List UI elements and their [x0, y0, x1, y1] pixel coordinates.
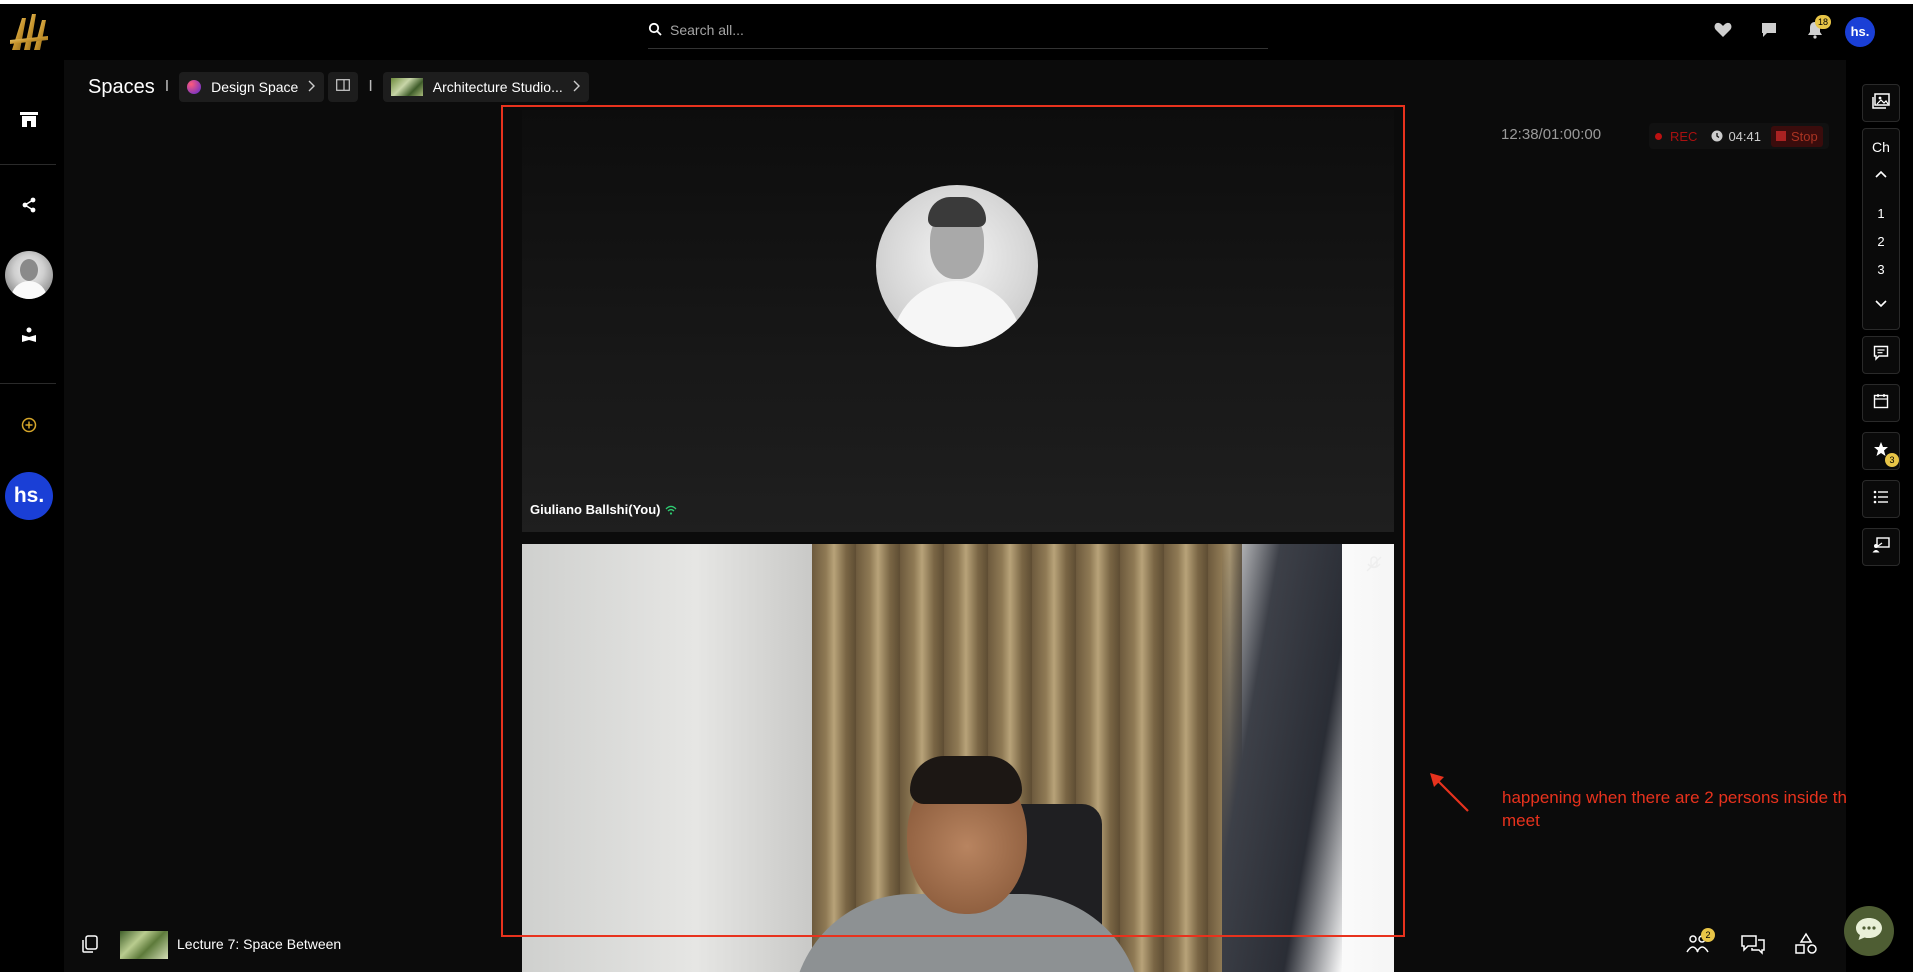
chapter-label: Ch: [1872, 139, 1890, 155]
user-avatar[interactable]: hs.: [1845, 17, 1875, 47]
copy-icon[interactable]: [80, 934, 100, 954]
room-thumbnail: [390, 78, 423, 96]
gallery-icon: [1872, 92, 1890, 114]
breadcrumb-space[interactable]: Design Space: [179, 72, 325, 102]
recording-controls: REC 04:41 Stop: [1649, 123, 1829, 149]
presentation-icon: [1872, 536, 1890, 558]
notifications-button[interactable]: 18: [1803, 15, 1831, 44]
breadcrumb-room-label: Architecture Studio...: [432, 79, 563, 95]
recording-elapsed: 04:41: [1728, 128, 1761, 144]
messages-button[interactable]: [1757, 20, 1781, 44]
breadcrumb-separator: I: [164, 78, 170, 95]
chat-button[interactable]: [1740, 932, 1766, 958]
video-tile-self[interactable]: Giuliano Ballshi(You): [522, 110, 1394, 532]
breadcrumb-separator: I: [368, 78, 373, 95]
favorites-button[interactable]: [1711, 20, 1735, 44]
mic-muted-icon: [1364, 554, 1384, 574]
video-tile-remote[interactable]: [522, 544, 1394, 972]
annotation-note: happening when there are 2 persons insid…: [1502, 788, 1857, 830]
sidebar-profile-photo[interactable]: [5, 251, 53, 299]
chat-bubble-icon: [1760, 21, 1778, 44]
comment-icon: [1873, 345, 1889, 366]
support-chat-icon: [1854, 915, 1884, 948]
heart-icon: [1714, 22, 1732, 43]
calendar-button[interactable]: [1862, 384, 1900, 422]
chapter-navigator: Ch 1 2 3: [1862, 128, 1900, 330]
chapter-item[interactable]: 1: [1863, 206, 1899, 221]
search-icon: [648, 22, 662, 36]
bottom-bar: Lecture 7: Space Between 2: [64, 910, 1846, 972]
starred-button[interactable]: 3: [1862, 432, 1900, 470]
stop-recording-button[interactable]: Stop: [1771, 125, 1823, 147]
breadcrumb-space-label: Design Space: [211, 79, 299, 95]
rec-label: REC: [1670, 128, 1698, 144]
presenter-button[interactable]: [1862, 528, 1900, 566]
sidebar-add-button[interactable]: [10, 408, 48, 446]
annotation-arrow-icon: [1426, 769, 1472, 815]
chevron-right-icon: [308, 79, 316, 95]
calendar-icon: [1873, 393, 1889, 414]
starred-count-badge: 3: [1885, 453, 1899, 467]
stop-label: Stop: [1791, 128, 1818, 144]
comments-button[interactable]: [1862, 336, 1900, 374]
clock-icon: [1711, 130, 1723, 142]
notification-count-badge: 18: [1815, 15, 1831, 29]
participants-button[interactable]: 2: [1685, 928, 1715, 958]
list-icon: [1873, 490, 1889, 509]
sidebar-item-library[interactable]: [10, 318, 48, 356]
gallery-view-button[interactable]: [1862, 84, 1900, 122]
sidebar-divider: [0, 383, 56, 384]
chapter-item[interactable]: 2: [1863, 234, 1899, 249]
top-bar: 18 hs.: [0, 4, 1913, 60]
support-chat-button[interactable]: [1844, 906, 1894, 956]
sidebar-item-share[interactable]: [10, 188, 48, 226]
breadcrumb-room[interactable]: Architecture Studio...: [382, 72, 589, 102]
shapes-icon: [1794, 932, 1818, 960]
wifi-signal-icon: [665, 505, 677, 515]
reader-icon: [21, 327, 37, 348]
panel-toggle-button[interactable]: [328, 72, 359, 102]
chevron-right-icon: [573, 79, 581, 95]
sidebar-item-store[interactable]: [10, 102, 48, 140]
lecture-title: Lecture 7: Space Between: [177, 936, 342, 952]
add-circle-icon: [21, 417, 37, 438]
space-logo-icon: [187, 80, 202, 94]
shapes-button[interactable]: [1794, 932, 1820, 958]
sidebar-panel-icon: [336, 78, 351, 96]
app-window: 18 hs. hs.: [0, 4, 1913, 972]
chevron-up-icon[interactable]: [1873, 167, 1889, 183]
session-timer: 12:38/01:00:00: [1501, 126, 1602, 143]
search-input[interactable]: [668, 18, 1252, 42]
participant-name: Giuliano Ballshi(You): [530, 502, 661, 517]
sidebar-divider: [0, 164, 56, 165]
store-icon: [19, 110, 39, 133]
right-toolbar: Ch 1 2 3 3: [1846, 60, 1913, 972]
chat-bubbles-icon: [1740, 935, 1766, 960]
page-title: Spaces: [88, 75, 155, 98]
search-bar[interactable]: [648, 12, 1268, 49]
sidebar-workspace-avatar[interactable]: hs.: [5, 472, 53, 520]
participant-avatar: [876, 185, 1038, 347]
participants-count-badge: 2: [1701, 928, 1715, 942]
breadcrumb: Spaces I Design Space I Architecture Stu…: [88, 72, 589, 102]
chevron-down-icon[interactable]: [1873, 295, 1889, 311]
agenda-list-button[interactable]: [1862, 480, 1900, 518]
participant-name-label: Giuliano Ballshi(You): [530, 502, 677, 517]
stop-icon: [1776, 131, 1786, 141]
app-logo[interactable]: [8, 10, 50, 56]
share-icon: [21, 197, 37, 218]
chapter-item[interactable]: 3: [1863, 262, 1899, 277]
left-sidebar: hs.: [0, 60, 58, 972]
lecture-thumbnail: [120, 931, 168, 959]
record-dot-icon: [1655, 132, 1662, 140]
